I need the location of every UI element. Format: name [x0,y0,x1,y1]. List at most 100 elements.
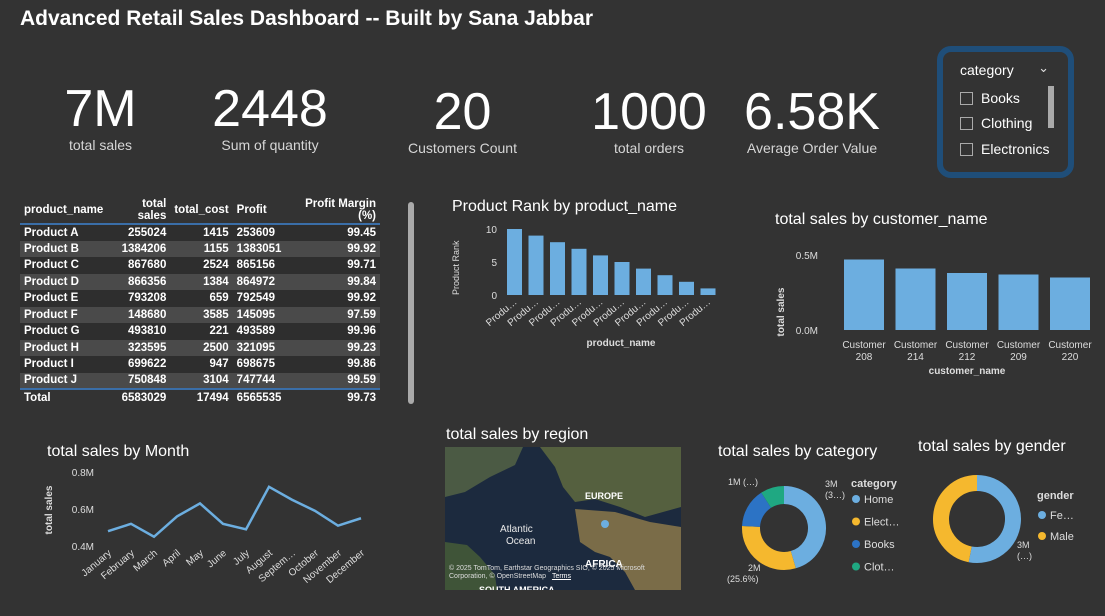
table-cell: Product B [24,242,79,255]
bar[interactable] [507,229,522,295]
column-header[interactable]: Profit Margin (%) [285,196,380,224]
checkbox[interactable] [960,91,973,105]
donut-slice[interactable] [783,486,826,569]
checkbox[interactable] [960,116,973,130]
kpi-total-orders: 1000 total orders [580,86,718,156]
chart-title: total sales by category [718,443,878,460]
table-cell: 699622 [127,358,167,371]
bar[interactable] [700,288,716,295]
donut-slice[interactable] [742,492,772,528]
bar[interactable] [895,268,936,331]
x-tick-label: Customer [945,340,989,351]
table-cell: Product H [24,341,79,354]
table-row[interactable]: Product I 699622 947 698675 99.86 [20,356,380,373]
table-row[interactable]: Product F 148680 3585 145095 97.59 [20,306,380,323]
table-cell: 3585 [203,308,229,321]
chevron-down-icon[interactable]: ⌄ [1038,60,1049,76]
legend-item[interactable]: Clot… [864,562,895,574]
bar[interactable] [636,268,651,295]
slicer-header[interactable]: category [960,62,1014,78]
series-line[interactable] [107,485,362,539]
y-tick-label: 0.0M [796,326,818,337]
column-header[interactable]: total_cost [170,196,232,224]
table-scrollbar[interactable] [408,202,414,404]
bar[interactable] [1050,277,1090,331]
map-point[interactable] [601,520,609,528]
column-header[interactable]: total sales [107,196,170,224]
table-cell: 99.45 [347,226,376,239]
kpi-sum-quantity: 2448 Sum of quantity [200,83,340,153]
donut-slice[interactable] [742,526,796,570]
map-label: EUROPE [585,491,623,501]
legend-item[interactable]: Books [864,539,895,551]
slicer-option-label: Electronics [981,141,1050,157]
table-cell: 99.84 [347,275,376,288]
bar[interactable] [657,275,673,295]
y-axis-label: total sales [776,287,787,336]
map-label: Atlantic [500,524,533,535]
x-tick-label: April [161,548,183,569]
legend-item[interactable]: Elect… [864,517,899,529]
checkbox[interactable] [960,142,973,156]
bar[interactable] [571,248,587,295]
column-header[interactable]: Profit [233,196,286,224]
category-slicer: category ⌄ Books Clothing Electronics [937,46,1074,178]
donut-slice[interactable] [968,475,1021,563]
x-tick-label: Customer [1048,340,1092,351]
bar[interactable] [844,259,884,331]
bar[interactable] [614,262,630,295]
legend-item[interactable]: Home [864,494,893,506]
bar[interactable] [679,281,694,295]
table-row[interactable]: Product D 866356 1384 864972 99.84 [20,273,380,290]
legend-title: gender [1037,490,1074,502]
table-cell: 947 [209,358,229,371]
kpi-value: 2448 [212,80,328,138]
table-row[interactable]: Product A 255024 1415 253609 99.45 [20,224,380,241]
table-cell: 323595 [127,341,167,354]
donut-slice[interactable] [933,475,978,563]
bar[interactable] [947,273,987,330]
y-tick-label: 0.5M [796,251,818,262]
data-label: (25.6%) [727,574,759,584]
legend-item[interactable]: Male [1050,531,1074,543]
table-cell: 1384 [203,275,229,288]
data-label: (…) [1017,551,1032,561]
map-terms-link[interactable]: Terms [552,573,571,580]
table-row[interactable]: Product B 1384206 1155 1383051 99.92 [20,240,380,257]
slicer-option-electronics[interactable]: Electronics [960,141,1049,157]
bar[interactable] [550,242,565,295]
bar[interactable] [593,255,608,295]
table-row[interactable]: Product E 793208 659 792549 99.92 [20,290,380,307]
table-cell: 148680 [127,308,167,321]
x-tick-label: 208 [856,352,873,363]
table-cell: 1384206 [121,242,167,255]
table-cell: 493810 [127,325,167,338]
table-row[interactable]: Product C 867680 2524 865156 99.71 [20,257,380,274]
donut-slice[interactable] [761,486,785,509]
bar[interactable] [998,274,1039,331]
table-row[interactable]: Product H 323595 2500 321095 99.23 [20,339,380,356]
table-total-cell: 6583029 [121,391,167,404]
map-title: total sales by region [446,426,589,443]
kpi-label: Customers Count [408,140,517,156]
legend-item[interactable]: Fe… [1050,510,1074,522]
slicer-option-books[interactable]: Books [960,90,1020,106]
table-total-row: Total 6583029 17494 6565535 99.73 [20,389,380,406]
table-row[interactable]: Product G 493810 221 493589 99.96 [20,323,380,340]
legend-marker [852,562,860,571]
chart-title: total sales by gender [918,438,1066,455]
dashboard-title: Advanced Retail Sales Dashboard -- Built… [20,7,593,30]
x-tick-label: 220 [1062,352,1079,363]
legend-marker [852,517,860,526]
table-cell: 2500 [203,341,229,354]
table-cell: 99.86 [347,358,376,371]
column-header[interactable]: product_name [20,196,107,224]
slicer-option-clothing[interactable]: Clothing [960,115,1032,131]
legend-marker [1038,511,1046,519]
region-map[interactable]: EUROPE Atlantic Ocean AFRICA SOUTH AMERI… [445,447,681,590]
slicer-scrollbar[interactable] [1048,86,1054,128]
bar[interactable] [528,235,544,295]
table-cell: Product D [24,275,79,288]
kpi-total-sales: 7M total sales [48,83,153,153]
table-row[interactable]: Product J 750848 3104 747744 99.59 [20,372,380,389]
